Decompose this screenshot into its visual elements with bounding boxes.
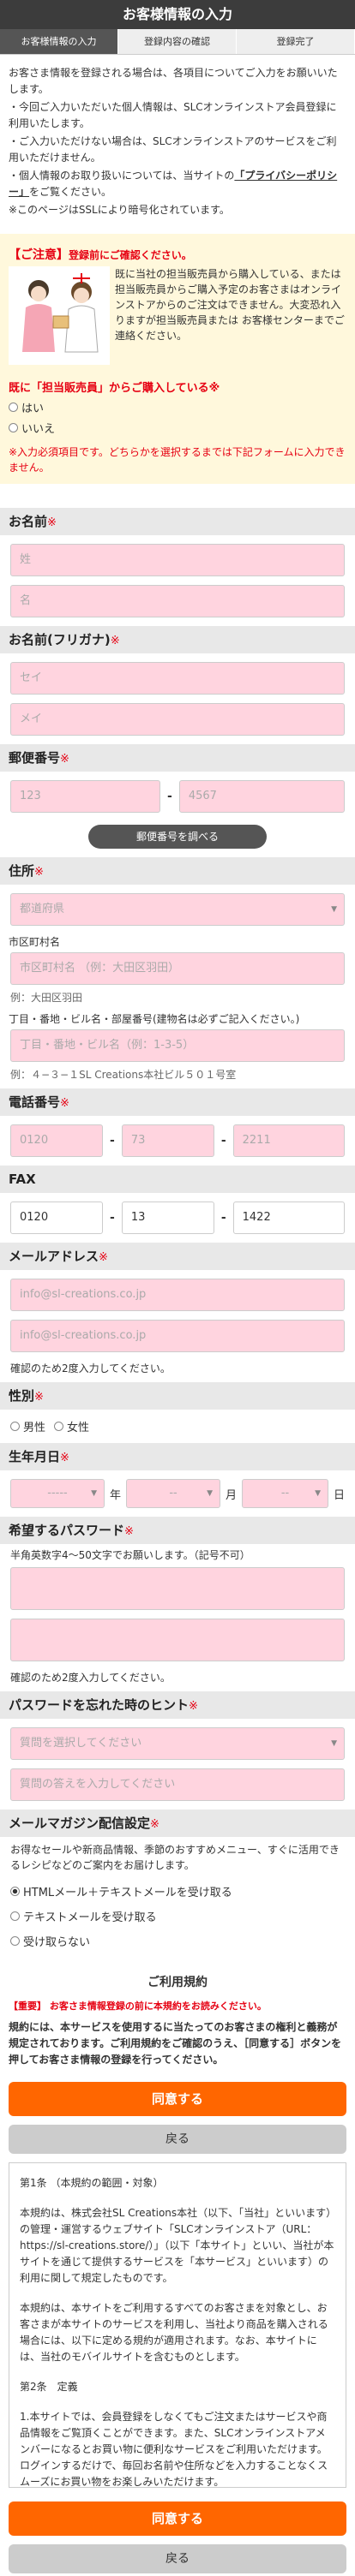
intro-bullet-2: ・ご入力いただけない場合は、SLCオンラインストアのサービスをご利用いただけませ… xyxy=(9,135,337,164)
tel-part1-input[interactable]: 0120 xyxy=(10,1124,103,1157)
radio-icon[interactable] xyxy=(10,1422,20,1431)
email-confirm-input[interactable]: info@sl-creations.co.jp xyxy=(10,1320,345,1352)
article-2-paragraph-1: 1.本サイトでは、会員登録をしなくてもご注文またはサービスや商品情報をご覧頂くこ… xyxy=(20,2411,328,2488)
article-1-title: 第1条 （本規約の範囲・対象） xyxy=(20,2177,164,2189)
radio-icon[interactable] xyxy=(10,1936,20,1946)
password-input[interactable] xyxy=(10,1567,345,1610)
sales-rep-yes-option[interactable]: はい xyxy=(9,399,346,415)
mail-none-option[interactable]: 受け取らない xyxy=(10,1933,345,1949)
zip-section-header: 郵便番号※ xyxy=(0,744,355,772)
tel-part3-input[interactable]: 2211 xyxy=(232,1124,345,1157)
radio-icon[interactable] xyxy=(9,402,18,412)
back-button-bottom[interactable]: 戻る xyxy=(9,2544,346,2573)
mail-text-option[interactable]: テキストメールを受け取る xyxy=(10,1908,345,1924)
street-input[interactable]: 丁目・番地・ビル名（例：1-3-5） xyxy=(10,1029,345,1062)
sales-rep-question: 既に「担当販売員」からご購入している※ xyxy=(9,382,220,395)
radio-icon[interactable] xyxy=(10,1887,20,1896)
birth-day-select[interactable]: -- xyxy=(242,1479,328,1508)
notice-body-text: 既に当社の担当販売員から購入している、または担当販売員からご購入予定のお客さまは… xyxy=(115,268,345,342)
zip-code-part1-input[interactable]: 123 xyxy=(10,780,160,813)
street-label: 丁目・番地・ビル名・部屋番号(建物名は必ずご記入ください。) xyxy=(9,1013,300,1025)
city-example: 例：大田区羽田 xyxy=(10,992,83,1004)
month-label: 月 xyxy=(226,1488,238,1502)
mail-section-header: メールマガジン配信設定※ xyxy=(0,1810,355,1837)
step-input: お客様情報の入力 xyxy=(0,29,118,54)
terms-warning: 【重要】 お客さま情報登録の前に本規約をお読みください。 xyxy=(9,2001,267,2012)
city-input[interactable]: 市区町村名 （例：大田区羽田） xyxy=(10,952,345,985)
prefecture-select[interactable]: 都道府県 xyxy=(10,893,345,926)
terms-title: ご利用規約 xyxy=(147,1976,208,1989)
city-label: 市区町村名 xyxy=(9,936,61,948)
dash-separator: - xyxy=(110,1211,115,1225)
first-name-kana-input[interactable]: メイ xyxy=(10,703,345,736)
article-1-paragraph-2: 本規約は、本サイトをご利用するすべてのお客さまを対象とし、お客さまが本サイトのサ… xyxy=(20,2302,328,2363)
zip-lookup-button[interactable]: 郵便番号を調べる xyxy=(88,825,267,849)
article-2-title: 第2条 定義 xyxy=(20,2381,78,2393)
page-title: お客様情報の入力 xyxy=(122,6,232,22)
gender-female-option[interactable]: 女性 xyxy=(54,1418,89,1434)
name-section-header: お名前※ xyxy=(0,508,355,535)
agree-button[interactable]: 同意する xyxy=(9,2082,346,2116)
ssl-note: ※このページはSSLにより暗号化されています。 xyxy=(9,204,230,216)
birth-month-select[interactable]: -- xyxy=(126,1479,221,1508)
gender-male-option[interactable]: 男性 xyxy=(10,1418,45,1434)
address-section-header: 住所※ xyxy=(0,857,355,885)
mail-html-option[interactable]: HTMLメール＋テキストメールを受け取る xyxy=(10,1883,345,1899)
terms-content-box[interactable]: 第1条 （本規約の範囲・対象） 本規約は、株式会社SL Creations本社（… xyxy=(9,2162,346,2488)
password-confirm-hint: 確認のため2度入力してください。 xyxy=(10,1672,171,1684)
intro-bullet-1: ・今回ご入力いただいた個人情報は、SLCオンラインストア会員登録に利用いたします… xyxy=(9,101,337,129)
dash-separator: - xyxy=(167,790,172,803)
fax-part1-input[interactable]: 0120 xyxy=(10,1202,103,1234)
radio-icon[interactable] xyxy=(10,1911,20,1921)
fax-part2-input[interactable]: 13 xyxy=(121,1202,214,1234)
progress-steps: お客様情報の入力 登録内容の確認 登録完了 xyxy=(0,29,355,55)
hint-section-header: パスワードを忘れた時のヒント※ xyxy=(0,1691,355,1719)
first-name-input[interactable]: 名 xyxy=(10,585,345,617)
back-button[interactable]: 戻る xyxy=(9,2125,346,2154)
intro-paragraph: お客さま情報を登録される場合は、各項目についてご入力をお願いいたします。 xyxy=(9,67,338,95)
required-warning: ※入力必須項目です。どちらかを選択するまでは下記フォームに入力できません。 xyxy=(9,446,346,474)
hint-question-select[interactable]: 質問を選択してください xyxy=(10,1727,345,1760)
radio-icon[interactable] xyxy=(9,423,18,432)
fax-part3-input[interactable]: 1422 xyxy=(232,1202,345,1234)
salesperson-illustration xyxy=(9,266,110,365)
step-complete: 登録完了 xyxy=(237,29,355,54)
street-example: 例：４−３−１SL Creations本社ビル５０１号室 xyxy=(10,1069,237,1081)
day-label: 日 xyxy=(333,1488,345,1502)
password-section-header: 希望するパスワード※ xyxy=(0,1517,355,1544)
password-confirm-input[interactable] xyxy=(10,1619,345,1661)
mail-description: お得なセールや新商品情報、季節のおすすめメニュー、すぐに活用できるレシピなどのご… xyxy=(10,1844,340,1871)
fax-section-header: FAX xyxy=(0,1166,355,1193)
notice-title: 【ご注意】登録前にご確認ください。 xyxy=(9,248,192,262)
email-input[interactable]: info@sl-creations.co.jp xyxy=(10,1279,345,1311)
intro-bullet-3: ・個人情報のお取り扱いについては、当サイトの「プライバシーポリシー」をご覧くださ… xyxy=(9,170,338,198)
birth-year-select[interactable]: ----- xyxy=(10,1479,105,1508)
dash-separator: - xyxy=(220,1134,226,1148)
email-section-header: メールアドレス※ xyxy=(0,1243,355,1270)
notice-box: 【ご注意】登録前にご確認ください。 既に当社の担当販売員から購入している、または… xyxy=(0,234,355,484)
dash-separator: - xyxy=(220,1211,226,1225)
gender-section-header: 性別※ xyxy=(0,1382,355,1410)
kana-section-header: お名前(フリガナ)※ xyxy=(0,626,355,653)
last-name-kana-input[interactable]: セイ xyxy=(10,662,345,695)
sales-rep-no-option[interactable]: いいえ xyxy=(9,420,346,436)
radio-icon[interactable] xyxy=(54,1422,64,1431)
password-hint: 半角英数字4〜50文字でお願いします。（記号不可） xyxy=(10,1549,250,1561)
hint-answer-input[interactable]: 質問の答えを入力してください xyxy=(10,1768,345,1801)
tel-section-header: 電話番号※ xyxy=(0,1088,355,1116)
step-confirm: 登録内容の確認 xyxy=(118,29,237,54)
page-title-bar: お客様情報の入力 xyxy=(0,0,355,29)
dash-separator: - xyxy=(110,1134,115,1148)
intro-text: お客さま情報を登録される場合は、各項目についてご入力をお願いいたします。 ・今回… xyxy=(0,55,355,225)
email-hint: 確認のため2度入力してください。 xyxy=(10,1363,171,1374)
year-label: 年 xyxy=(110,1488,122,1502)
last-name-input[interactable]: 姓 xyxy=(10,544,345,576)
terms-description: 規約には、本サービスを使用するに当たってのお客さまの権利と義務が規定されておりま… xyxy=(9,2021,342,2066)
tel-part2-input[interactable]: 73 xyxy=(121,1124,214,1157)
birth-section-header: 生年月日※ xyxy=(0,1443,355,1470)
zip-code-part2-input[interactable]: 4567 xyxy=(178,780,345,813)
article-1-paragraph-1: 本規約は、株式会社SL Creations本社（以下、「当社」といいます）の管理… xyxy=(20,2207,334,2284)
agree-button-bottom[interactable]: 同意する xyxy=(9,2501,346,2536)
